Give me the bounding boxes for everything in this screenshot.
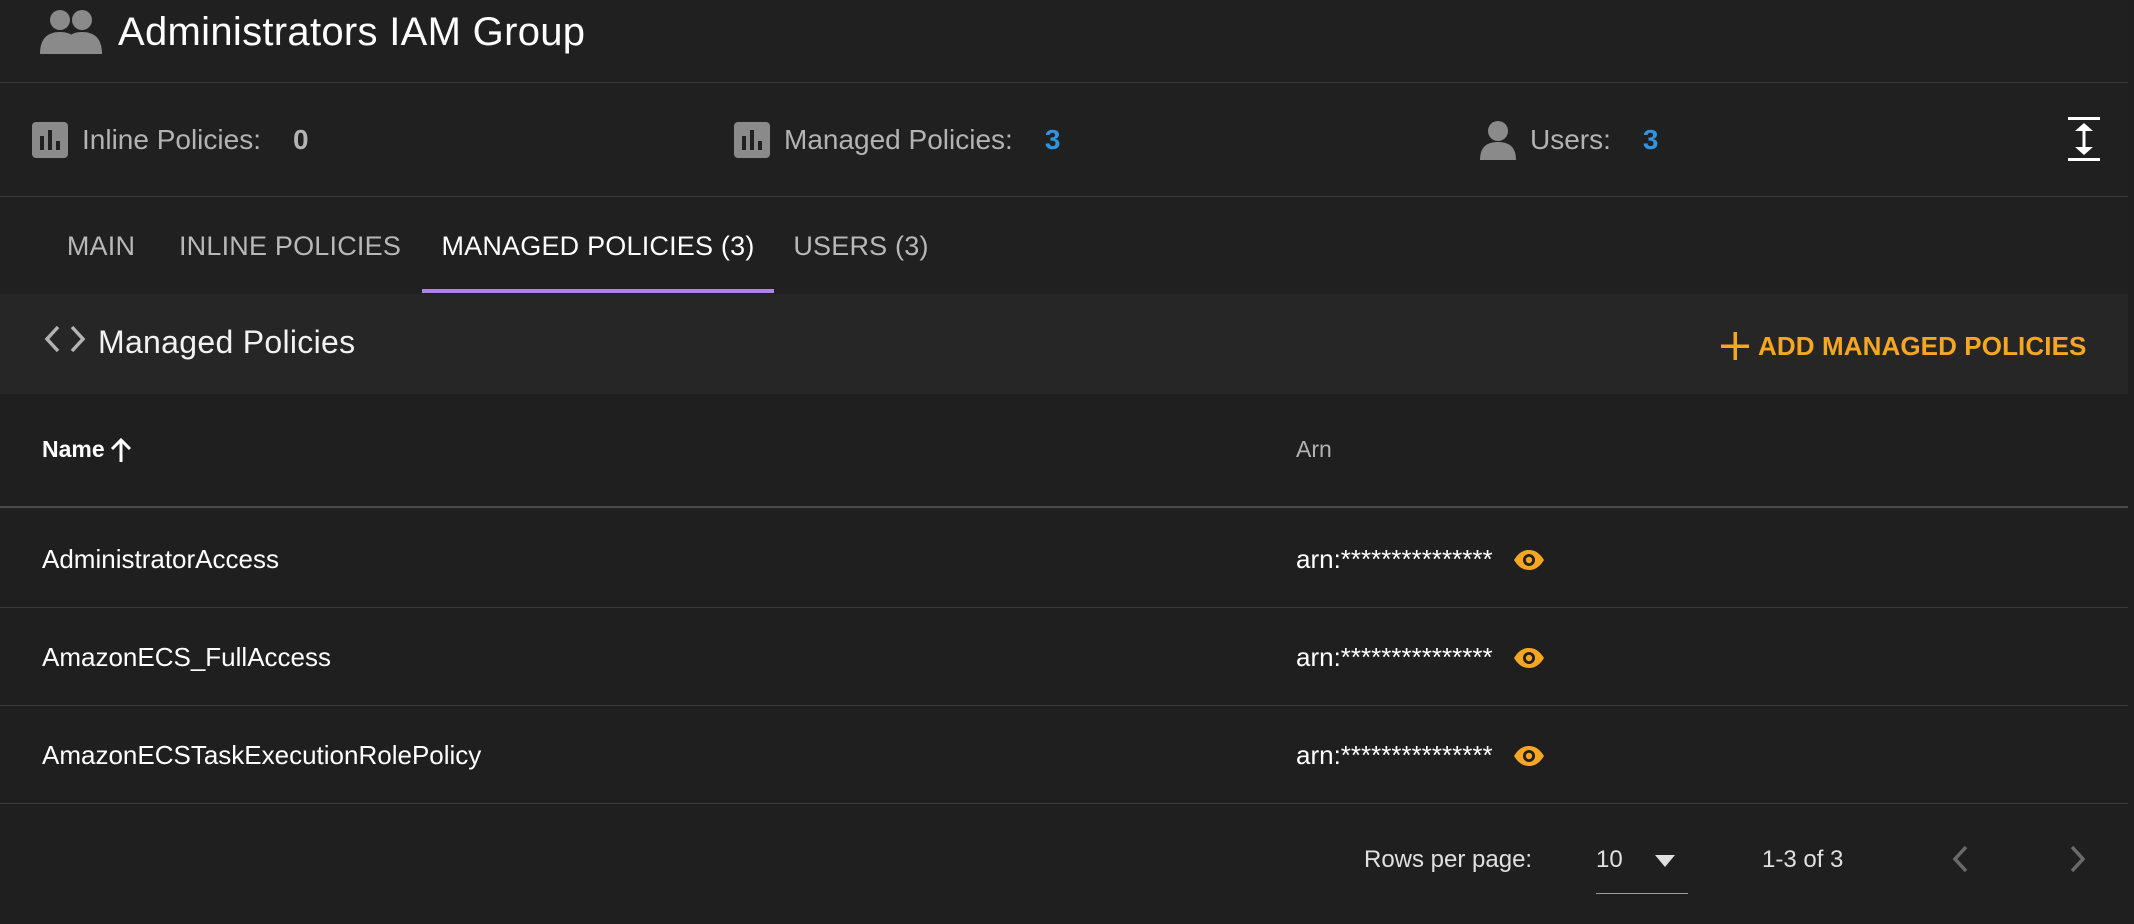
rows-per-page-select[interactable]: 10: [1596, 834, 1688, 894]
expand-vertical-icon[interactable]: [2064, 116, 2104, 162]
policy-name: AdministratorAccess: [42, 544, 279, 574]
add-managed-policies-button[interactable]: ADD MANAGED POLICIES: [1720, 324, 2086, 368]
tab-users[interactable]: USERS (3): [790, 198, 932, 294]
stat-value: 0: [292, 124, 309, 155]
chevron-right-icon[interactable]: [2062, 842, 2092, 876]
table-row[interactable]: AdministratorAccess arn:***************: [0, 510, 2128, 608]
stats-bar: Inline Policies: 0 Managed Policies: 3 U…: [0, 84, 2128, 197]
policy-name: AmazonECS_FullAccess: [42, 642, 331, 672]
column-header-label: Arn: [1296, 436, 1332, 462]
person-icon: [1480, 121, 1516, 160]
stat-value: 3: [1642, 124, 1659, 155]
policy-arn: arn:***************: [1296, 642, 1545, 673]
code-brackets-icon: [44, 325, 86, 353]
page-header: Administrators IAM Group: [0, 0, 2128, 83]
page-title: Administrators IAM Group: [118, 10, 586, 54]
tab-managed-policies[interactable]: MANAGED POLICIES (3): [422, 198, 774, 294]
table-row[interactable]: AmazonECSTaskExecutionRolePolicy arn:***…: [0, 706, 2128, 804]
column-header-label: Name: [42, 436, 105, 462]
table-header: Name Arn: [0, 400, 2128, 508]
caret-down-icon: [1655, 855, 1675, 867]
tab-inline-policies[interactable]: INLINE POLICIES: [174, 198, 406, 294]
rows-per-page-label: Rows per page:: [1364, 846, 1533, 873]
arn-masked-value: arn:***************: [1296, 642, 1493, 672]
stat-inline-policies: Inline Policies: 0: [32, 118, 309, 162]
stat-label: Managed Policies:: [784, 124, 1013, 155]
eye-icon[interactable]: [1513, 647, 1545, 669]
chevron-left-icon[interactable]: [1946, 842, 1976, 876]
table-row[interactable]: AmazonECS_FullAccess arn:***************: [0, 608, 2128, 706]
stat-value: 3: [1044, 124, 1061, 155]
eye-icon[interactable]: [1513, 549, 1545, 571]
arn-masked-value: arn:***************: [1296, 740, 1493, 770]
stat-managed-policies: Managed Policies: 3: [734, 118, 1060, 162]
sort-ascending-icon: [110, 437, 131, 462]
rows-per-page-value: 10: [1596, 846, 1623, 873]
tab-bar: MAIN INLINE POLICIES MANAGED POLICIES (3…: [0, 198, 2128, 294]
pagination-range: 1-3 of 3: [1762, 846, 1844, 873]
arn-masked-value: arn:***************: [1296, 544, 1493, 574]
add-button-label: ADD MANAGED POLICIES: [1758, 330, 2087, 361]
column-header-name[interactable]: Name: [42, 436, 133, 463]
stat-label: Inline Policies:: [82, 124, 261, 155]
policy-arn: arn:***************: [1296, 544, 1545, 575]
bar-chart-icon: [32, 122, 68, 158]
bar-chart-icon: [734, 122, 770, 158]
active-tab-indicator: [422, 289, 774, 293]
plus-icon: [1721, 332, 1749, 360]
policy-arn: arn:***************: [1296, 740, 1545, 771]
table-pagination: Rows per page: 10 1-3 of 3: [0, 802, 2128, 922]
users-group-icon: [40, 10, 102, 54]
stat-users: Users: 3: [1480, 118, 1658, 162]
section-title: Managed Policies: [98, 324, 356, 360]
tab-main[interactable]: MAIN: [44, 198, 158, 294]
policy-name: AmazonECSTaskExecutionRolePolicy: [42, 740, 482, 770]
column-header-arn: Arn: [1296, 436, 1332, 463]
eye-icon[interactable]: [1513, 745, 1545, 767]
stat-label: Users:: [1530, 124, 1611, 155]
